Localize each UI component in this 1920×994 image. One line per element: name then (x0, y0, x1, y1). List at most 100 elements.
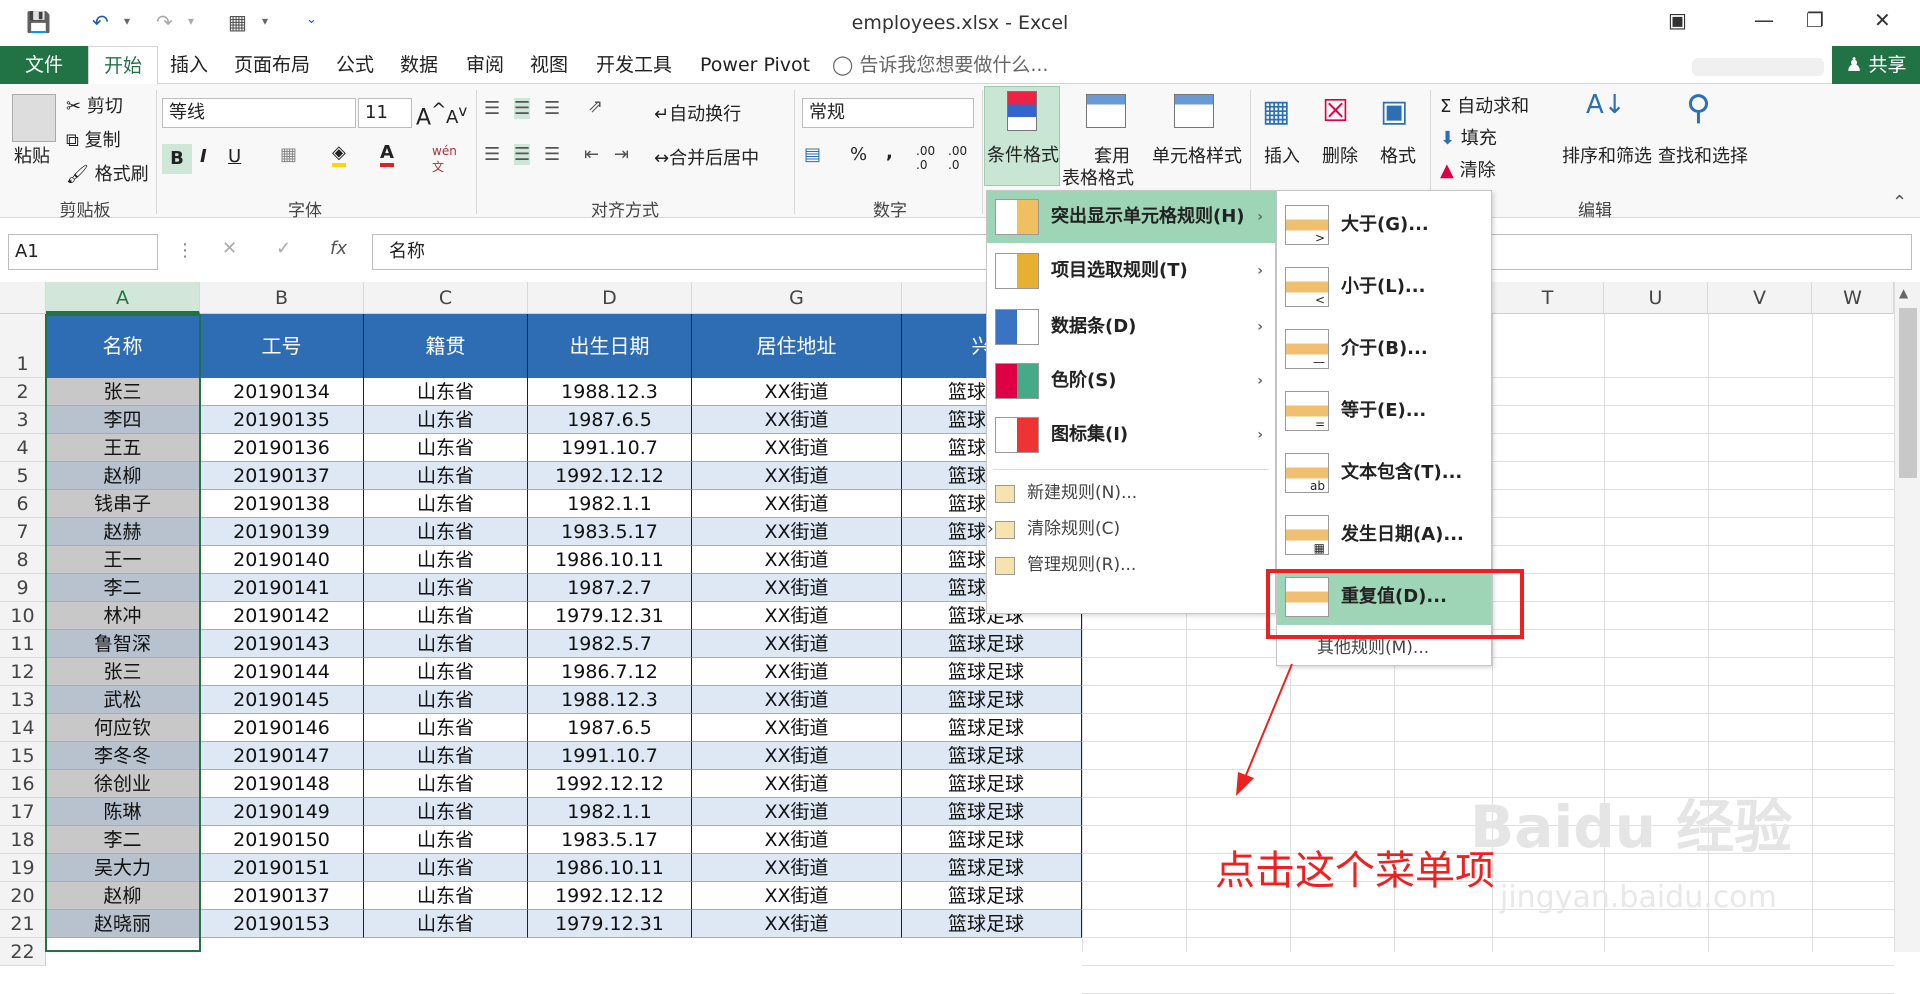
font-name-box[interactable]: 等线 (162, 98, 356, 128)
table-cell[interactable]: 1979.12.31 (528, 602, 692, 630)
table-cell[interactable]: 20190146 (200, 714, 364, 742)
align-center-icon[interactable]: ☰ (514, 144, 531, 165)
align-left-icon[interactable]: ☰ (484, 144, 500, 165)
shrink-font-icon[interactable]: Av (446, 102, 467, 128)
table-cell[interactable]: 1986.7.12 (528, 658, 692, 686)
clear-button[interactable]: ▲ 清除 (1440, 156, 1496, 182)
table-cell[interactable]: 1991.10.7 (528, 434, 692, 462)
table-cell[interactable]: 1982.5.7 (528, 630, 692, 658)
vertical-scrollbar[interactable]: ▲ (1894, 282, 1920, 952)
increase-decimal-icon[interactable]: .00.0 (916, 144, 935, 172)
fill-button[interactable]: ⬇ 填充 (1440, 124, 1497, 150)
table-cell[interactable]: 1992.12.12 (528, 770, 692, 798)
table-cell[interactable]: 篮球足球 (902, 910, 1082, 938)
row-header[interactable]: 10 (0, 602, 46, 630)
menu-item[interactable]: 项目选取规则(T) › (987, 245, 1275, 297)
wrap-text-button[interactable]: ↵自动换行 (654, 100, 741, 126)
table-cell[interactable]: 山东省 (364, 658, 528, 686)
insert-cells-button[interactable]: 插入 (1264, 142, 1300, 168)
table-cell[interactable]: 山东省 (364, 546, 528, 574)
insert-function-icon[interactable]: fx (330, 238, 347, 259)
number-format-box[interactable]: 常规 (802, 98, 974, 128)
table-cell[interactable]: 篮球足球 (902, 714, 1082, 742)
column-header-t[interactable]: T (1492, 282, 1604, 314)
table-cell[interactable]: 山东省 (364, 602, 528, 630)
table-cell[interactable]: 1991.10.7 (528, 742, 692, 770)
align-bottom-icon[interactable]: ☰ (544, 98, 560, 119)
paste-button[interactable]: 粘贴 (14, 142, 50, 168)
table-cell[interactable]: 20190143 (200, 630, 364, 658)
column-header-v[interactable]: V (1708, 282, 1812, 314)
table-cell[interactable]: 山东省 (364, 490, 528, 518)
table-cell[interactable]: 20190139 (200, 518, 364, 546)
table-cell[interactable]: 山东省 (364, 798, 528, 826)
tab-view[interactable]: 视图 (524, 46, 574, 84)
table-cell[interactable]: 1979.12.31 (528, 910, 692, 938)
row-header[interactable]: 9 (0, 574, 46, 602)
table-cell[interactable]: 山东省 (364, 770, 528, 798)
table-header-cell[interactable]: 籍贯 (364, 314, 528, 378)
column-header-w[interactable]: W (1812, 282, 1894, 314)
table-cell[interactable]: 篮球足球 (902, 798, 1082, 826)
table-cell[interactable]: XX街道 (692, 910, 902, 938)
row-header[interactable]: 18 (0, 826, 46, 854)
table-cell[interactable]: XX街道 (692, 434, 902, 462)
table-cell[interactable]: 1988.12.3 (528, 686, 692, 714)
table-cell[interactable]: 20190148 (200, 770, 364, 798)
row-header[interactable]: 22 (0, 938, 46, 966)
menu-item[interactable]: 色阶(S) › (987, 355, 1275, 407)
row-header[interactable]: 2 (0, 378, 46, 406)
submenu-item[interactable]: > 大于(G)... (1277, 197, 1491, 253)
grow-font-icon[interactable]: A^ (416, 100, 446, 130)
row-header[interactable]: 7 (0, 518, 46, 546)
row-header[interactable]: 16 (0, 770, 46, 798)
paste-icon[interactable] (12, 94, 56, 142)
row-header[interactable]: 12 (0, 658, 46, 686)
close-icon[interactable]: ✕ (1874, 8, 1891, 32)
autosum-button[interactable]: Σ 自动求和 (1440, 92, 1529, 118)
align-top-icon[interactable]: ☰ (484, 98, 500, 119)
cancel-icon[interactable]: ✕ (222, 238, 237, 259)
tab-page-layout[interactable]: 页面布局 (228, 46, 316, 84)
table-cell[interactable]: 山东省 (364, 462, 528, 490)
row-header[interactable]: 14 (0, 714, 46, 742)
table-cell[interactable]: XX街道 (692, 770, 902, 798)
row-header[interactable]: 4 (0, 434, 46, 462)
font-size-box[interactable]: 11 (358, 98, 412, 128)
minimize-icon[interactable]: — (1754, 8, 1774, 32)
submenu-item[interactable]: ▦ 发生日期(A)... (1277, 507, 1491, 563)
restore-icon[interactable]: ❐ (1806, 8, 1824, 32)
table-cell[interactable]: XX街道 (692, 630, 902, 658)
enter-icon[interactable]: ✓ (276, 238, 291, 259)
table-cell[interactable]: 20190138 (200, 490, 364, 518)
bold-icon[interactable]: B (162, 144, 192, 174)
table-cell[interactable]: XX街道 (692, 742, 902, 770)
table-cell[interactable]: 山东省 (364, 406, 528, 434)
menu-item[interactable]: 新建规则(N)... (987, 475, 1275, 511)
table-cell[interactable]: 20190141 (200, 574, 364, 602)
tab-insert[interactable]: 插入 (164, 46, 214, 84)
border-icon[interactable]: ▦ (280, 144, 297, 165)
row-header[interactable]: 19 (0, 854, 46, 882)
table-header-cell[interactable]: 工号 (200, 314, 364, 378)
table-cell[interactable]: 山东省 (364, 854, 528, 882)
tab-data[interactable]: 数据 (394, 46, 444, 84)
table-cell[interactable]: 篮球足球 (902, 770, 1082, 798)
fill-color-icon[interactable]: ◈ (332, 142, 346, 167)
table-cell[interactable]: XX街道 (692, 574, 902, 602)
table-cell[interactable]: 1982.1.1 (528, 490, 692, 518)
table-cell[interactable]: 篮球足球 (902, 826, 1082, 854)
table-cell[interactable]: 20190137 (200, 882, 364, 910)
table-cell[interactable]: 篮球足球 (902, 686, 1082, 714)
table-cell[interactable]: 山东省 (364, 742, 528, 770)
table-cell[interactable]: 20190150 (200, 826, 364, 854)
table-cell[interactable]: XX街道 (692, 518, 902, 546)
table-cell[interactable]: 20190134 (200, 378, 364, 406)
sort-filter-button[interactable]: 排序和筛选 (1562, 142, 1652, 168)
copy-button[interactable]: ⧉ 复制 (66, 126, 121, 152)
column-header-b[interactable]: B (200, 282, 364, 314)
column-header-g[interactable]: G (692, 282, 902, 314)
table-cell[interactable]: 1983.5.17 (528, 826, 692, 854)
table-cell[interactable]: XX街道 (692, 882, 902, 910)
table-cell[interactable]: 1987.6.5 (528, 714, 692, 742)
